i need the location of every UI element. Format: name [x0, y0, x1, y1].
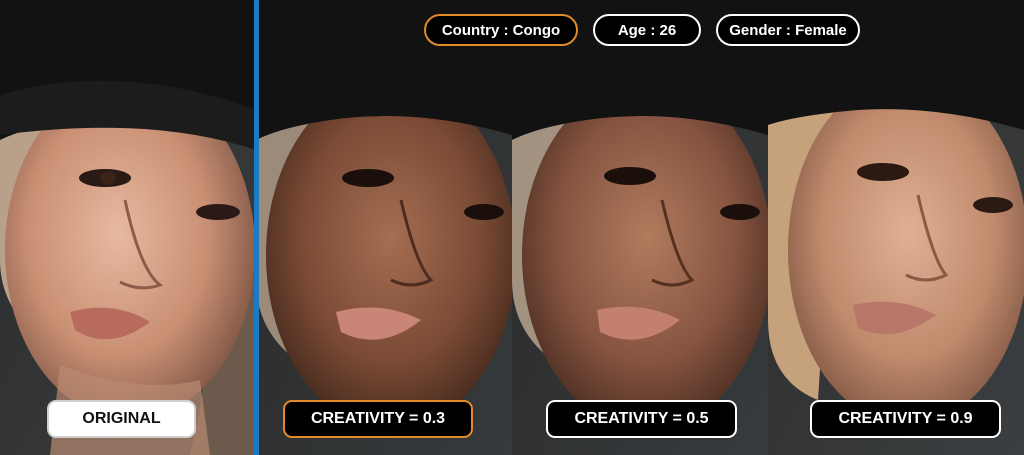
creativity-0-9-label: CREATIVITY = 0.9	[810, 400, 1001, 438]
age-pill: Age : 26	[593, 14, 701, 46]
country-pill: Country : Congo	[424, 14, 578, 46]
original-label: ORIGINAL	[47, 400, 196, 438]
gender-pill: Gender : Female	[716, 14, 860, 46]
comparison-stage: Country : Congo Age : 26 Gender : Female…	[0, 0, 1024, 455]
creativity-0-3-label: CREATIVITY = 0.3	[283, 400, 473, 438]
original-divider	[254, 0, 259, 455]
generated-photo-0-5	[512, 0, 768, 455]
original-photo	[0, 0, 256, 455]
generated-photo-0-9	[768, 0, 1024, 455]
creativity-0-5-label: CREATIVITY = 0.5	[546, 400, 737, 438]
generated-photo-0-3	[256, 0, 512, 455]
